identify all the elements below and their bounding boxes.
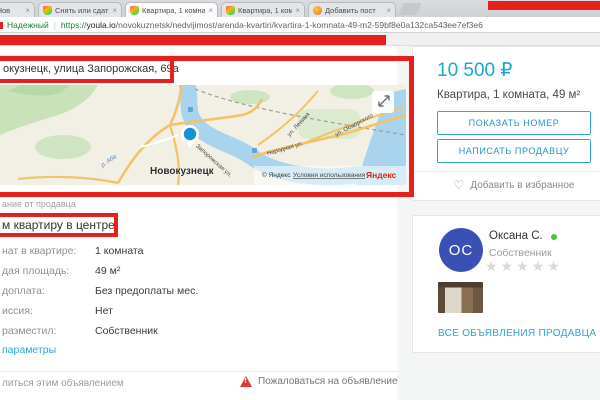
tab-kvartira-49-active[interactable]: Квартира, 1 комната, 49 × xyxy=(125,2,218,17)
tab-snyat-kvartiru[interactable]: Снять или сдать кварти × xyxy=(38,2,122,17)
seller-listing-thumbnail[interactable] xyxy=(438,282,483,313)
map-terms-link: Условия использования xyxy=(293,172,366,179)
listing-page: окузнецк, улица Запорожская, 69а xyxy=(0,46,600,400)
youla-favicon-icon xyxy=(130,6,139,15)
description-title: м квартиру в центре xyxy=(2,218,115,232)
redaction-fragment-left xyxy=(0,22,3,29)
tab-dobavit-post[interactable]: Добавить пост × xyxy=(308,2,396,17)
show-number-button[interactable]: ПОКАЗАТЬ НОМЕР xyxy=(437,111,591,135)
tab-close-icon[interactable]: × xyxy=(112,6,117,15)
seller-card: ОС Оксана С. Собственник ★★★★★ ВСЕ ОБЪЯВ… xyxy=(412,215,600,353)
page-url[interactable]: https://youla.io/novokuznetsk/nedvijimos… xyxy=(61,20,483,30)
tab-label: Добавить пост xyxy=(325,6,383,15)
param-row: разместил: Собственник xyxy=(2,325,397,337)
listing-price: 10 500 ₽ xyxy=(437,59,512,82)
redaction-bar-header xyxy=(0,35,386,45)
tab-label: — Нов xyxy=(0,6,22,15)
add-favorite-button[interactable]: ♡ Добавить в избранное xyxy=(437,178,591,192)
param-row: дая площадь: 49 м² xyxy=(2,265,397,277)
report-label: Пожаловаться на объявление xyxy=(258,376,398,387)
yandex-logo: Яндекс xyxy=(366,170,397,180)
tab-kvartira-3[interactable]: Квартира, 1 комната, 3 × xyxy=(221,2,305,17)
param-label: доплата: xyxy=(2,285,45,297)
seller-rating-stars: ★★★★★ xyxy=(485,258,563,275)
price-card: 10 500 ₽ Квартира, 1 комната, 49 м² ПОКА… xyxy=(412,46,600,201)
favorite-label: Добавить в избранное xyxy=(470,180,574,191)
divider xyxy=(413,171,600,172)
seller-name: Оксана С. xyxy=(489,230,543,242)
report-link[interactable]: Пожаловаться на объявление xyxy=(240,376,398,387)
param-value: Без предоплаты мес. xyxy=(95,285,198,297)
new-tab-button[interactable] xyxy=(398,3,422,15)
param-value: Нет xyxy=(95,305,113,317)
param-value: 1 комната xyxy=(95,245,143,257)
redaction-bar-top xyxy=(488,1,600,10)
param-row: доплата: Без предоплаты мес. xyxy=(2,285,397,297)
tab-label: Квартира, 1 комната, 49 xyxy=(142,6,205,15)
seller-avatar: ОС xyxy=(439,228,483,272)
param-label: иссия: xyxy=(2,305,33,317)
tab-close-icon[interactable]: × xyxy=(295,6,300,15)
tab-close-icon[interactable]: × xyxy=(25,6,30,15)
param-value: Собственник xyxy=(95,325,158,337)
address-bar[interactable]: Надежный | https://youla.io/novokuznetsk… xyxy=(0,17,600,33)
divider xyxy=(0,55,392,56)
map-expand-icon xyxy=(372,91,394,113)
url-host: youla.io xyxy=(86,20,115,30)
param-row: нат в квартире: 1 комната xyxy=(2,245,397,257)
security-badge[interactable]: Надежный xyxy=(7,20,49,30)
url-path: /novokuznetsk/nedvijimost/arenda-kvartir… xyxy=(116,20,483,30)
yandex-map[interactable]: Запорожская ул. Народная ул. ул. Ленина … xyxy=(0,85,406,185)
share-label: литься этим объявлением xyxy=(2,378,124,389)
map-copyright: © Яндекс xyxy=(262,171,291,179)
listing-address: окузнецк, улица Запорожская, 69а xyxy=(3,63,179,75)
param-value: 49 м² xyxy=(95,265,120,277)
browser-window: — Нов × Снять или сдать кварти × Квартир… xyxy=(0,0,600,400)
report-warning-icon xyxy=(240,376,252,387)
online-status-dot xyxy=(551,234,557,240)
url-separator: | xyxy=(54,20,56,30)
tab-label: Снять или сдать кварти xyxy=(55,6,109,15)
post-favicon-icon xyxy=(313,6,322,15)
map-city-label: Новокузнецк xyxy=(150,166,215,177)
map-canvas: Запорожская ул. Народная ул. ул. Ленина … xyxy=(0,85,406,185)
all-params-link[interactable]: параметры xyxy=(2,344,56,356)
tab-newtab-partial[interactable]: — Нов × xyxy=(0,2,35,17)
youla-favicon-icon xyxy=(43,6,52,15)
param-label: дая площадь: xyxy=(2,265,69,277)
url-scheme: https:// xyxy=(61,20,87,30)
divider xyxy=(0,371,397,372)
param-label: разместил: xyxy=(2,325,56,337)
param-label: нат в квартире: xyxy=(2,245,76,257)
map-stop-icon xyxy=(188,107,193,112)
write-seller-button[interactable]: НАПИСАТЬ ПРОДАВЦУ xyxy=(437,139,591,163)
tab-close-icon[interactable]: × xyxy=(386,6,391,15)
tab-close-icon[interactable]: × xyxy=(208,6,213,15)
all-seller-ads-link[interactable]: ВСЕ ОБЪЯВЛЕНИЯ ПРОДАВЦА xyxy=(438,328,596,339)
heart-icon: ♡ xyxy=(454,178,465,192)
description-section-label: ание от продавца xyxy=(2,199,76,209)
tab-label: Квартира, 1 комната, 3 xyxy=(238,6,292,15)
youla-favicon-icon xyxy=(226,6,235,15)
listing-subtitle: Квартира, 1 комната, 49 м² xyxy=(437,89,580,101)
param-row: иссия: Нет xyxy=(2,305,397,317)
map-stop-icon xyxy=(252,148,257,153)
tab-bar: — Нов × Снять или сдать кварти × Квартир… xyxy=(0,0,600,17)
